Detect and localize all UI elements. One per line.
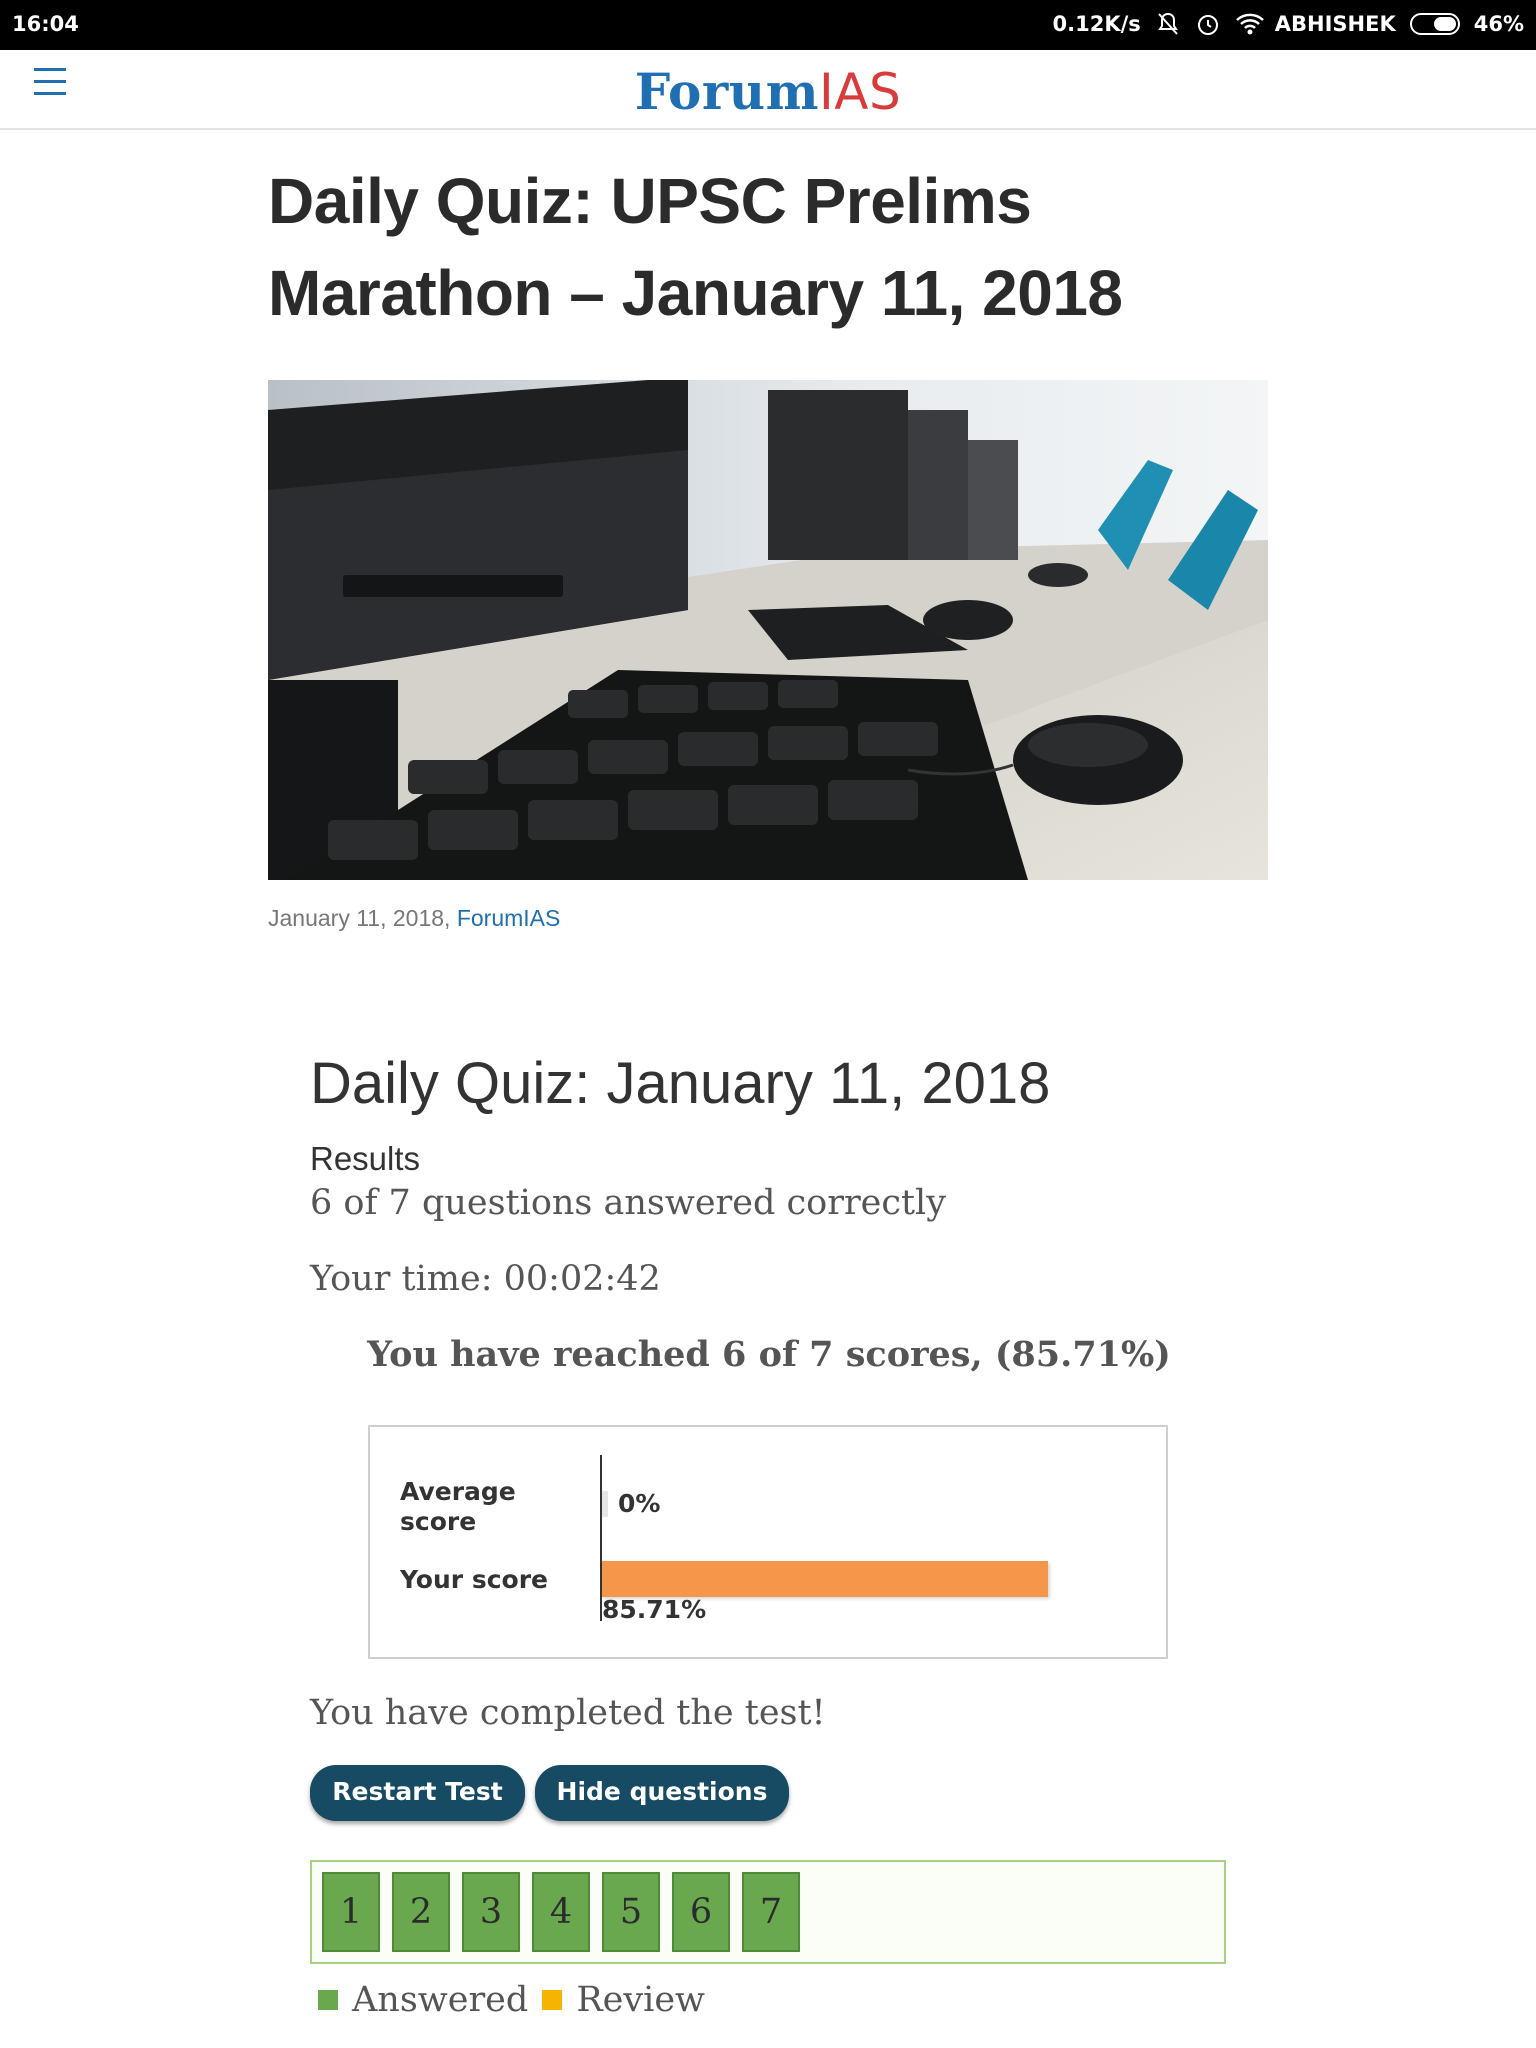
bar-average-score	[602, 1491, 608, 1517]
author-link[interactable]: ForumIAS	[457, 905, 561, 931]
answered-correctly-text: 6 of 7 questions answered correctly	[310, 1183, 947, 1223]
completed-text: You have completed the test!	[310, 1693, 826, 1733]
legend-answered-label: Answered	[352, 1980, 529, 2020]
score-summary-text: You have reached 6 of 7 scores, (85.71%)	[367, 1334, 1171, 1375]
site-logo[interactable]: ForumIAS	[0, 62, 1536, 121]
question-box[interactable]: 6	[672, 1872, 730, 1952]
net-speed: 0.12K/s	[1052, 12, 1141, 36]
review-swatch	[542, 1990, 563, 2010]
article-meta: January 11, 2018, ForumIAS	[268, 905, 560, 932]
bell-muted-icon	[1155, 11, 1181, 37]
battery-percent: 46%	[1473, 12, 1524, 36]
question-box[interactable]: 7	[742, 1872, 800, 1952]
question-box[interactable]: 2	[392, 1872, 450, 1952]
status-bar: 16:04 0.12K/s ABHISHEK 46%	[0, 0, 1536, 50]
bar-your-score	[602, 1561, 1048, 1597]
wifi-icon	[1235, 11, 1264, 37]
question-navigator: 1234567	[310, 1860, 1226, 1964]
article-title: Daily Quiz: UPSC Prelims Marathon – Janu…	[268, 165, 1123, 329]
legend-review-label: Review	[576, 1980, 706, 2020]
question-legend: Answered Review	[318, 1980, 705, 2020]
results-label: Results	[310, 1140, 421, 1177]
site-header: ForumIAS	[0, 50, 1536, 130]
score-chart: Average score Your score 0% 85.71%	[368, 1425, 1168, 1659]
battery-icon	[1409, 13, 1460, 35]
your-time-text: Your time: 00:02:42	[310, 1259, 661, 1299]
carrier-name: ABHISHEK	[1274, 12, 1396, 36]
question-box[interactable]: 4	[532, 1872, 590, 1952]
quiz-title: Daily Quiz: January 11, 2018	[310, 1051, 1051, 1116]
hide-questions-button[interactable]: Hide questions	[535, 1765, 789, 1821]
question-box[interactable]: 1	[322, 1872, 380, 1952]
question-box[interactable]: 3	[462, 1872, 520, 1952]
alarm-icon	[1195, 11, 1221, 37]
restart-test-button[interactable]: Restart Test	[310, 1765, 525, 1821]
status-time: 16:04	[12, 12, 79, 36]
value-label-average: 0%	[618, 1489, 661, 1518]
category-label-average: Average score	[400, 1477, 516, 1536]
logo-part-forum: Forum	[634, 62, 819, 121]
article-date: January 11, 2018	[268, 905, 445, 931]
category-label-your-score: Your score	[400, 1565, 548, 1594]
article-hero-image	[268, 380, 1268, 880]
status-right: 0.12K/s ABHISHEK 46%	[1053, 11, 1525, 37]
logo-part-ias: IAS	[819, 63, 902, 121]
meta-separator: ,	[444, 905, 457, 931]
question-box[interactable]: 5	[602, 1872, 660, 1952]
value-label-your-score: 85.71%	[602, 1595, 707, 1624]
answered-swatch	[318, 1990, 338, 2010]
